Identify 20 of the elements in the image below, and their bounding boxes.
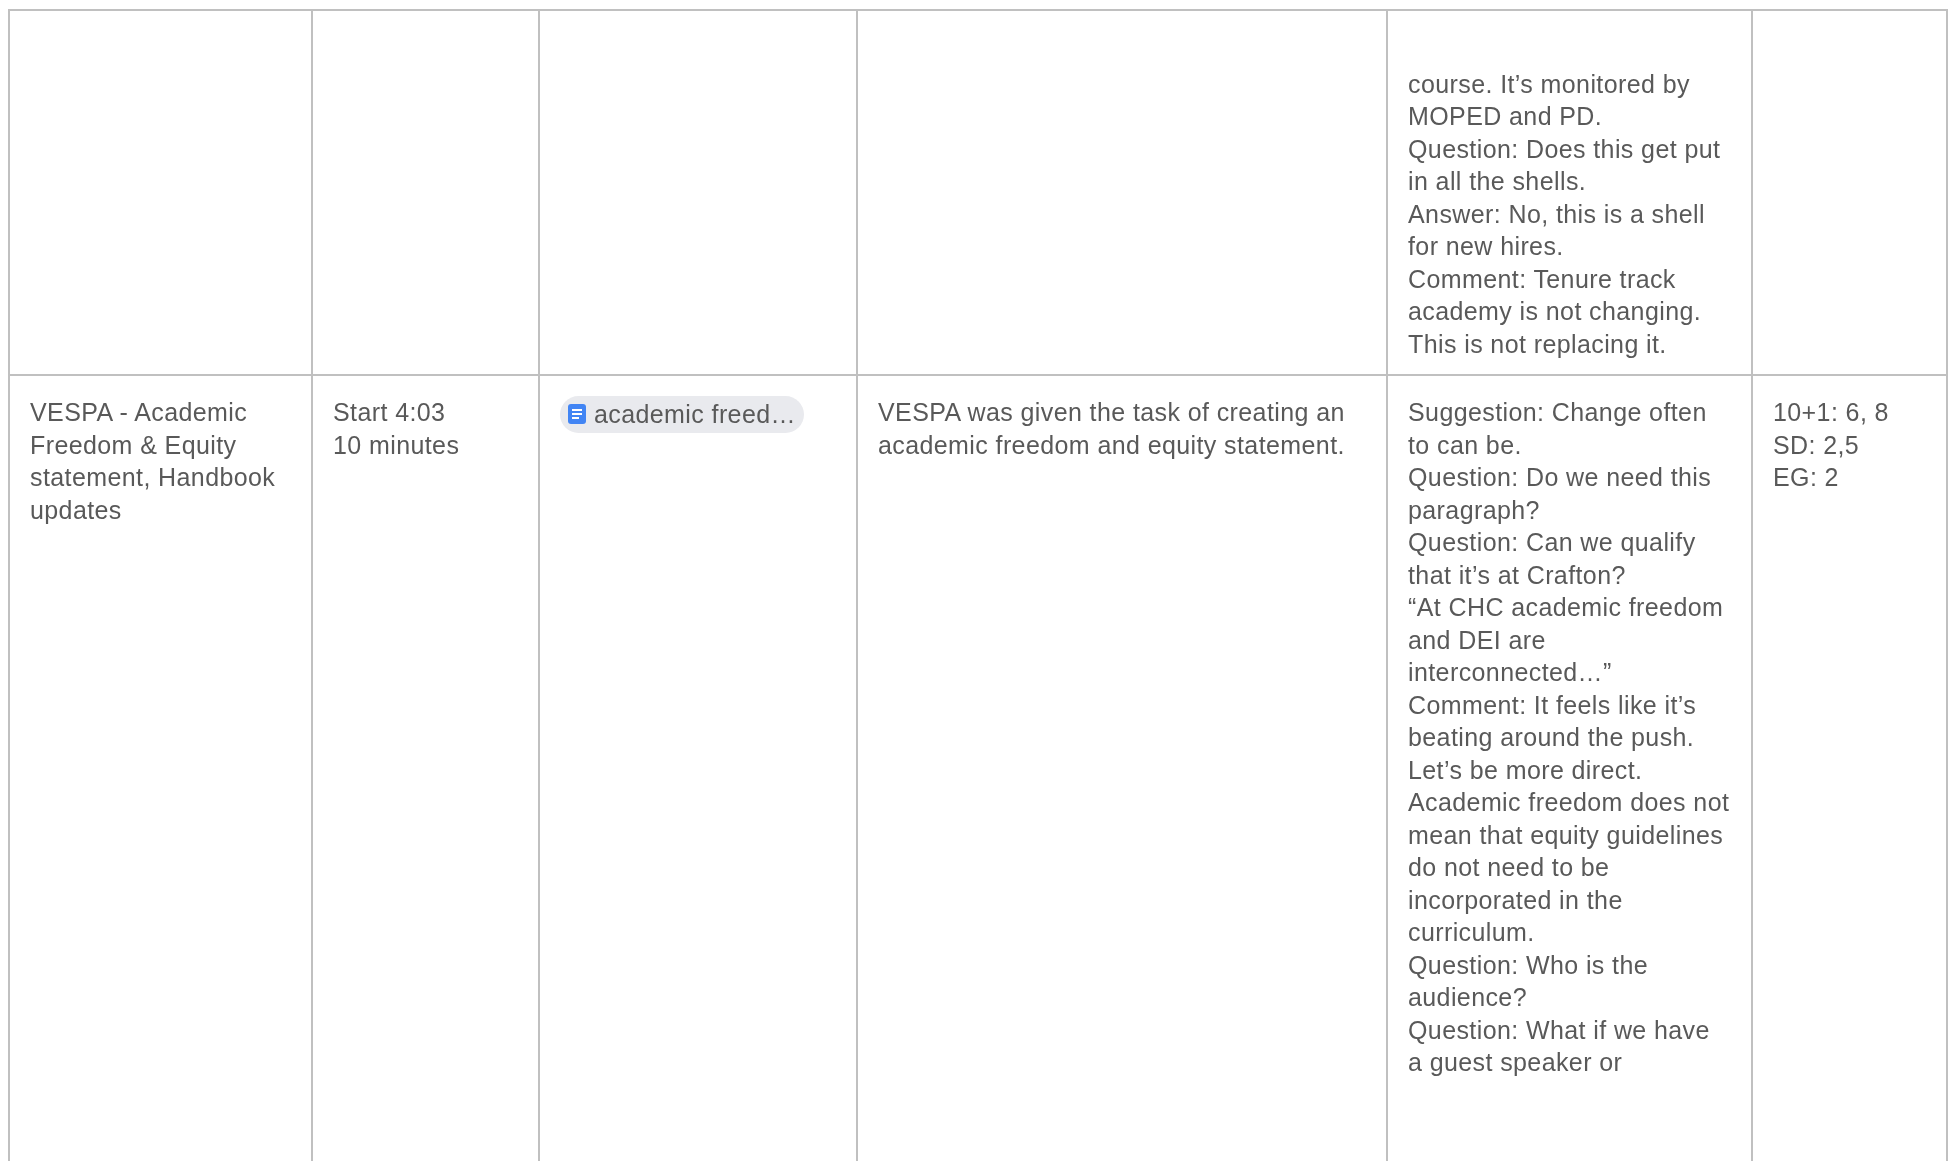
cell-text: 10 minutes [333, 429, 461, 461]
cell-text: Start 4:03 [333, 397, 447, 428]
cell-text: Comment: Tenure track academy is not changing. This is not replacing it. [1408, 263, 1703, 360]
cell-text: 10+1: 6, 8 [1773, 397, 1890, 428]
cell-text: VESPA was given the task of creating an academic freedom and equity statement. [878, 397, 1346, 461]
cell-text: EG: 2 [1773, 462, 1840, 493]
document-icon [568, 404, 586, 425]
cell-text: Comment: It feels like it’s beating around the push. Let’s be more direct. Academic freedom does not mean that equity guidelines do not need to be incorporated in the curriculum. [1408, 689, 1731, 948]
cell-text: Question: What if we have a guest speaker or [1408, 1014, 1711, 1078]
cell-text: VESPA - Academic Freedom & Equity statement, Handbook updates [30, 397, 277, 526]
cell-text: SD: 2,5 [1773, 429, 1861, 461]
cell-text: Question: Does this get put in all the shells. [1408, 133, 1722, 197]
cell-text: “At CHC academic freedom and DEI are interconnected…” [1408, 592, 1725, 688]
cell-text: Answer: No, this is a shell for new hires. [1408, 198, 1707, 262]
cell-text: Question: Can we qualify that it’s at Crafton? [1408, 527, 1697, 591]
cell-text: Question: Who is the audience? [1408, 949, 1650, 1013]
document-chip[interactable]: academic freed… [560, 396, 804, 433]
cell-text: course. It’s monitored by MOPED and PD. [1408, 68, 1691, 132]
cell-text: Question: Do we need this paragraph? [1408, 462, 1713, 526]
cell-text: Suggestion: Change often to can be. [1408, 397, 1708, 461]
